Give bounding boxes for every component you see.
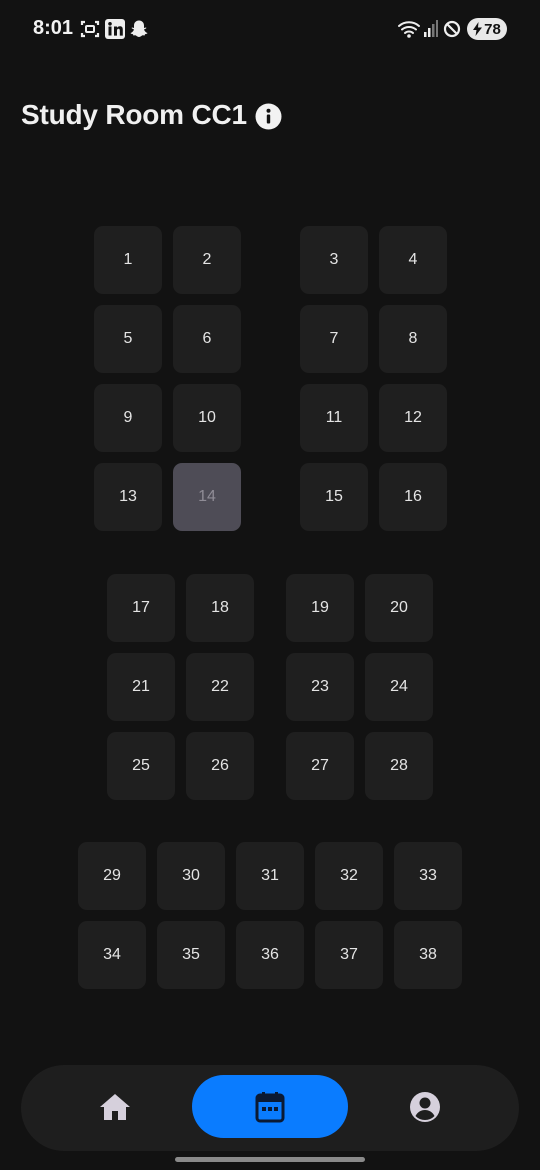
calendar-icon xyxy=(255,1091,285,1122)
seat-29[interactable]: 29 xyxy=(78,842,146,910)
do-not-disturb-icon xyxy=(443,19,461,44)
seat-12[interactable]: 12 xyxy=(379,384,447,452)
battery-charging-icon xyxy=(473,22,483,36)
seat-23[interactable]: 23 xyxy=(286,653,354,721)
seat-1[interactable]: 1 xyxy=(94,226,162,294)
page-title: Study Room CC1 xyxy=(21,99,247,130)
signal-icon xyxy=(424,19,438,44)
snapchat-icon xyxy=(129,19,149,44)
screenshot-icon xyxy=(80,19,100,44)
wifi-icon xyxy=(398,19,420,44)
seat-19[interactable]: 19 xyxy=(286,574,354,642)
seat-38[interactable]: 38 xyxy=(394,921,462,989)
seat-3[interactable]: 3 xyxy=(300,226,368,294)
seat-10[interactable]: 10 xyxy=(173,384,241,452)
seat-18[interactable]: 18 xyxy=(186,574,254,642)
seat-4[interactable]: 4 xyxy=(379,226,447,294)
seat-11[interactable]: 11 xyxy=(300,384,368,452)
home-indicator xyxy=(175,1157,365,1162)
seat-15[interactable]: 15 xyxy=(300,463,368,531)
status-bar: 8:01 78 xyxy=(0,0,540,58)
seat-27[interactable]: 27 xyxy=(286,732,354,800)
seat-31[interactable]: 31 xyxy=(236,842,304,910)
seat-36[interactable]: 36 xyxy=(236,921,304,989)
seat-8[interactable]: 8 xyxy=(379,305,447,373)
profile-icon xyxy=(410,1091,440,1122)
seat-16[interactable]: 16 xyxy=(379,463,447,531)
seat-26[interactable]: 26 xyxy=(186,732,254,800)
seat-30[interactable]: 30 xyxy=(157,842,225,910)
nav-profile-button[interactable] xyxy=(393,1075,457,1138)
battery-level: 78 xyxy=(484,20,501,38)
seat-25[interactable]: 25 xyxy=(107,732,175,800)
seat-35[interactable]: 35 xyxy=(157,921,225,989)
seat-2[interactable]: 2 xyxy=(173,226,241,294)
linkedin-icon xyxy=(105,19,125,44)
battery-indicator: 78 xyxy=(467,18,507,40)
seat-21[interactable]: 21 xyxy=(107,653,175,721)
seat-32[interactable]: 32 xyxy=(315,842,383,910)
seat-17[interactable]: 17 xyxy=(107,574,175,642)
seat-7[interactable]: 7 xyxy=(300,305,368,373)
seat-37[interactable]: 37 xyxy=(315,921,383,989)
nav-home-button[interactable] xyxy=(83,1075,147,1138)
info-icon[interactable] xyxy=(255,103,282,130)
seat-22[interactable]: 22 xyxy=(186,653,254,721)
seat-6[interactable]: 6 xyxy=(173,305,241,373)
seat-24[interactable]: 24 xyxy=(365,653,433,721)
seat-33[interactable]: 33 xyxy=(394,842,462,910)
seat-20[interactable]: 20 xyxy=(365,574,433,642)
seat-9[interactable]: 9 xyxy=(94,384,162,452)
seat-34[interactable]: 34 xyxy=(78,921,146,989)
bottom-nav xyxy=(21,1065,519,1151)
seat-28[interactable]: 28 xyxy=(365,732,433,800)
status-time: 8:01 xyxy=(33,17,74,39)
nav-calendar-button[interactable] xyxy=(192,1075,348,1138)
seat-14-selected[interactable]: 14 xyxy=(173,463,241,531)
seat-13[interactable]: 13 xyxy=(94,463,162,531)
seat-5[interactable]: 5 xyxy=(94,305,162,373)
home-icon xyxy=(100,1093,130,1120)
